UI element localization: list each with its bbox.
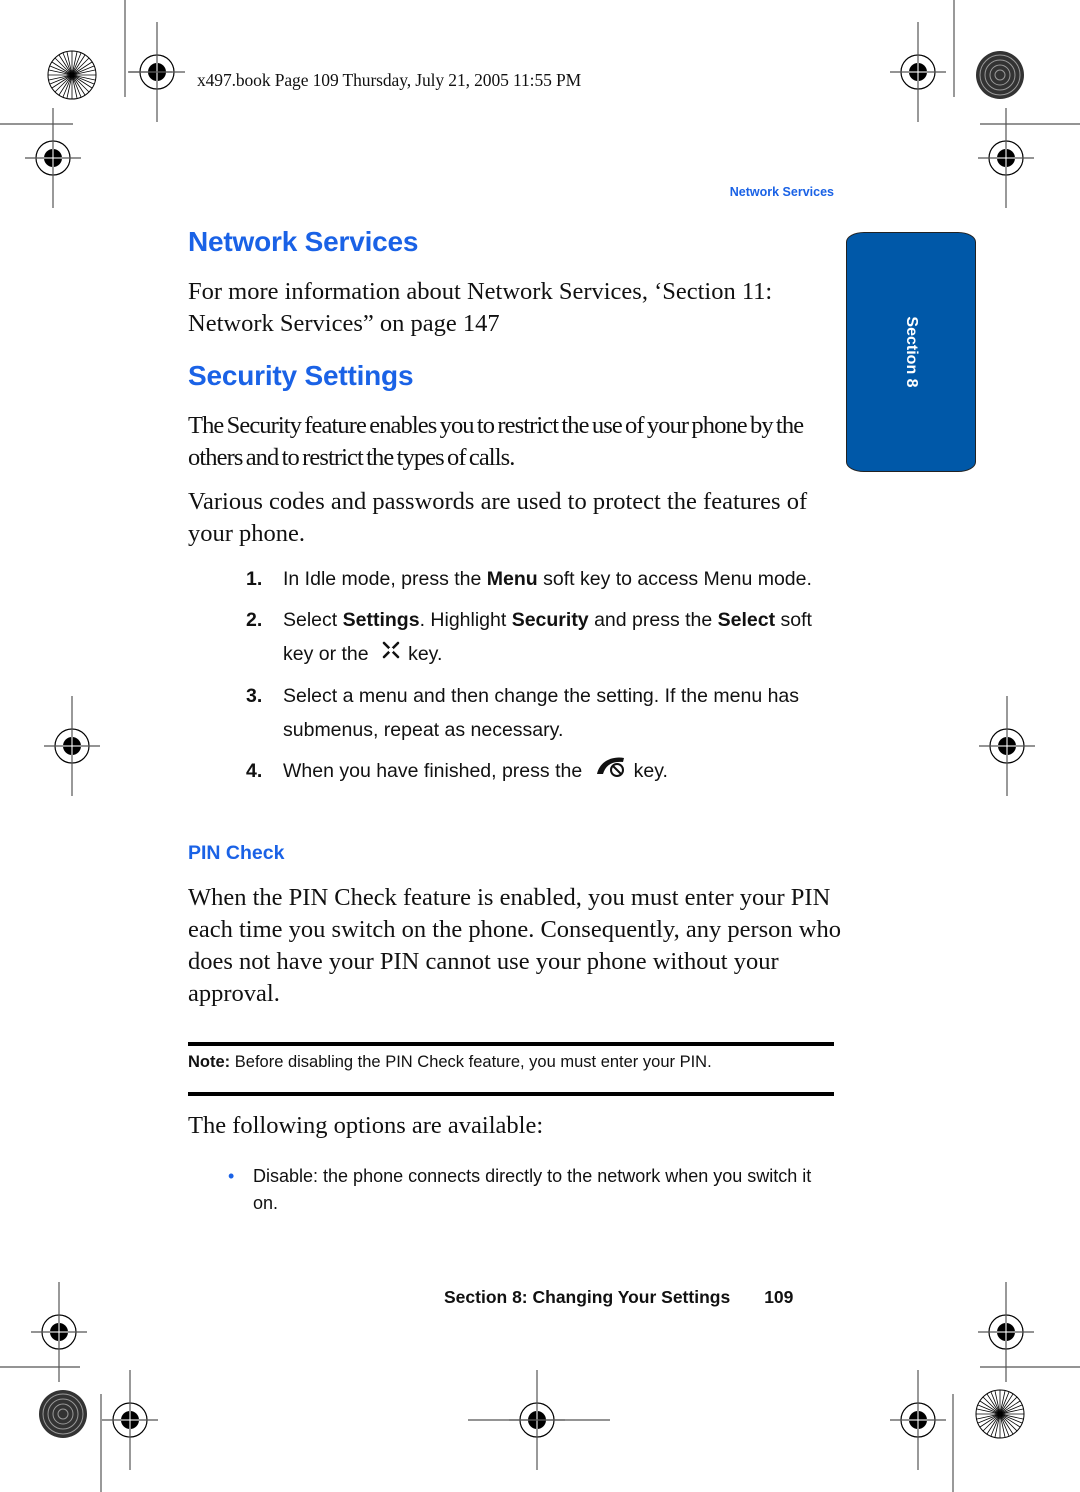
star-target-top-left: [47, 50, 97, 100]
step-item: 4. When you have finished, press the key…: [246, 754, 836, 789]
page-footer: Section 8: Changing Your Settings 109: [444, 1287, 793, 1308]
step-text: key.: [408, 643, 443, 665]
pin-check-paragraph: When the PIN Check feature is enabled, y…: [188, 884, 841, 1007]
step-text: Select a menu and then change the settin…: [283, 684, 800, 741]
note-label: Note:: [188, 1053, 231, 1071]
step-text: In Idle mode, press the: [283, 568, 487, 590]
note-bottom-rule: [188, 1092, 834, 1096]
step-text: key.: [633, 759, 668, 782]
security-intro-paragraph: The Security feature enables you to rest…: [188, 412, 804, 471]
list-item: • Disable: the phone connects directly t…: [228, 1163, 828, 1217]
step-number: 1.: [246, 568, 263, 590]
step-item: 3. Select a menu and then change the set…: [246, 679, 836, 747]
option-text: Disable: the phone connects directly to …: [253, 1166, 812, 1213]
options-list: • Disable: the phone connects directly t…: [228, 1163, 828, 1217]
menu-softkey-label: Menu: [486, 568, 538, 590]
select-softkey-label: Select: [717, 609, 776, 631]
running-header: Network Services: [729, 185, 834, 199]
section-tab: Section 8: [846, 232, 976, 472]
security-codes-paragraph: Various codes and passwords are used to …: [188, 488, 808, 547]
print-header: x497.book Page 109 Thursday, July 21, 20…: [197, 70, 582, 90]
settings-label: Settings: [342, 609, 420, 631]
security-settings-heading: Security Settings: [188, 360, 414, 391]
end-key-icon: [594, 754, 628, 789]
navigation-key-icon: [380, 638, 402, 672]
step-number: 2.: [246, 609, 263, 631]
step-text: soft key to access Menu mode.: [537, 568, 812, 590]
note-text: Before disabling the PIN Check feature, …: [230, 1053, 712, 1071]
section-tab-label: Section 8: [903, 316, 920, 388]
bullet-icon: •: [228, 1166, 235, 1186]
network-services-heading: Network Services: [188, 226, 419, 257]
page-number: 109: [764, 1287, 794, 1307]
security-label: Security: [511, 609, 589, 631]
step-text: and press the: [588, 609, 718, 631]
note: Note: Before disabling the PIN Check fea…: [188, 1053, 712, 1072]
step-number: 3.: [246, 684, 263, 707]
step-number: 4.: [246, 759, 263, 782]
step-text: When you have finished, press the: [283, 759, 583, 782]
step-text: . Highlight: [419, 609, 512, 631]
note-top-rule: [188, 1042, 834, 1046]
network-services-paragraph: For more information about Network Servi…: [188, 278, 773, 337]
pin-check-heading: PIN Check: [188, 842, 285, 864]
options-intro: The following options are available:: [188, 1112, 544, 1139]
step-text: Select: [283, 609, 343, 631]
footer-section-title: Section 8: Changing Your Settings: [444, 1287, 731, 1307]
steps-list: 1. In Idle mode, press the Menu soft key…: [246, 562, 836, 796]
step-item: 2. Select Settings. Highlight Security a…: [246, 603, 836, 672]
step-item: 1. In Idle mode, press the Menu soft key…: [246, 562, 836, 596]
